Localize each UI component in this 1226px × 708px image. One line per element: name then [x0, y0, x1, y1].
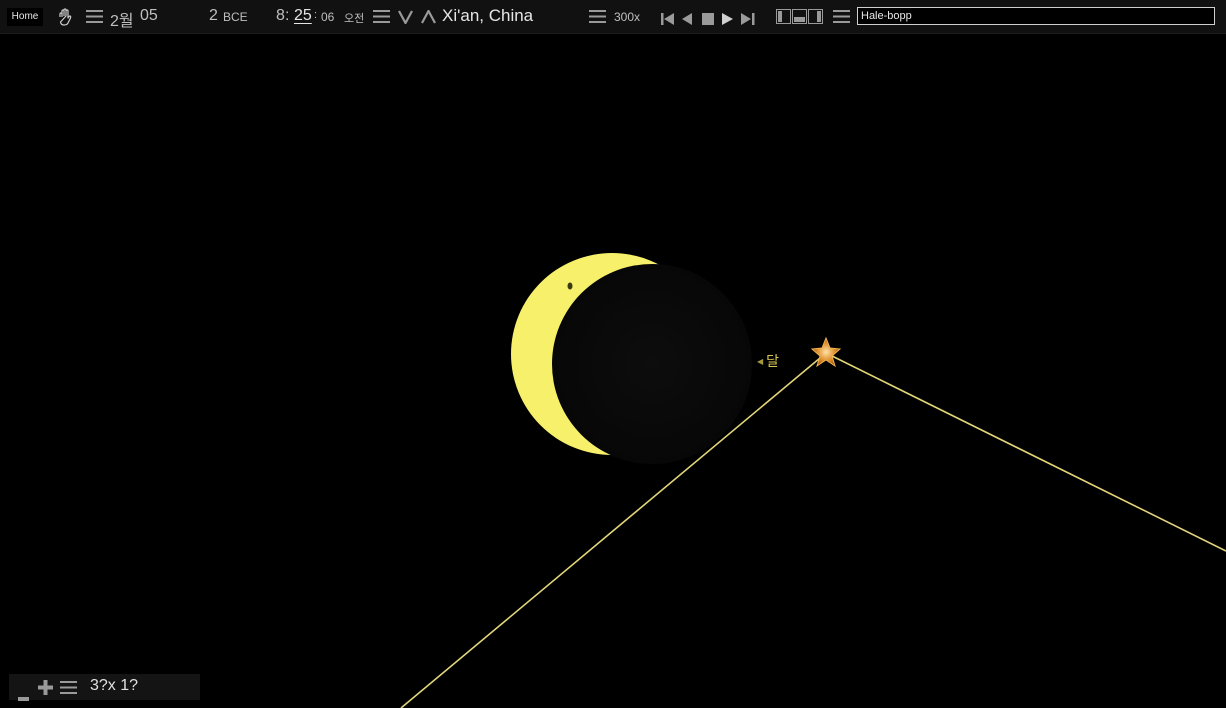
home-button[interactable]: Home	[7, 8, 43, 26]
speed-menu-hamburger-icon[interactable]	[589, 10, 606, 23]
minus-icon[interactable]	[18, 686, 29, 705]
search-menu-hamburger-icon[interactable]	[833, 10, 850, 23]
plus-icon[interactable]	[38, 680, 53, 699]
moon-label-text: 달	[766, 354, 780, 370]
location-name[interactable]: Xi'an, China	[442, 6, 533, 26]
top-toolbar: Home 2월 05 2 BCE 8 : 25 : 06 오전 Xi'an, C…	[0, 0, 1226, 34]
label-pointer-icon: ◀	[757, 357, 764, 366]
date-era[interactable]: BCE	[223, 10, 248, 24]
chevron-up-icon[interactable]	[421, 8, 436, 28]
zoom-menu-hamburger-icon[interactable]	[60, 681, 77, 694]
moon-label[interactable]: ◀ 달	[757, 351, 779, 371]
date-day[interactable]: 05	[140, 7, 158, 25]
time-separator: :	[285, 7, 290, 24]
chevron-down-icon[interactable]	[398, 9, 413, 28]
time-speed-value[interactable]: 300x	[614, 10, 640, 24]
zoom-panel: 3?x 1?	[9, 674, 200, 701]
zoom-level-readout: 3?x 1?	[90, 677, 139, 694]
play-icon[interactable]	[722, 10, 733, 29]
sky-view[interactable]: ◀ 달	[0, 34, 1226, 708]
stop-icon[interactable]	[702, 10, 714, 29]
object-track-line	[825, 352, 1226, 552]
time-ampm[interactable]: 오전	[344, 10, 364, 26]
time-second[interactable]: 06	[321, 10, 334, 24]
skip-to-end-icon[interactable]	[741, 10, 755, 29]
moon-disk[interactable]	[552, 264, 752, 464]
sky-canvas[interactable]	[0, 34, 1226, 708]
time-minute[interactable]: 25	[294, 7, 312, 25]
date-year[interactable]: 2	[209, 7, 218, 25]
layout-panels-icon[interactable]	[776, 9, 823, 28]
stellarium-web-app: Home 2월 05 2 BCE 8 : 25 : 06 오전 Xi'an, C…	[0, 0, 1226, 708]
time-hour[interactable]: 8	[276, 7, 285, 25]
date-month[interactable]: 2월	[110, 7, 134, 31]
search-input[interactable]	[857, 7, 1215, 25]
date-menu-hamburger-icon[interactable]	[86, 10, 103, 23]
step-back-icon[interactable]	[682, 10, 693, 29]
hand-icon[interactable]	[56, 8, 74, 30]
sunspot	[567, 282, 573, 290]
time-menu-hamburger-icon[interactable]	[373, 10, 390, 23]
time-separator: :	[314, 9, 318, 21]
skip-to-start-icon[interactable]	[661, 10, 675, 29]
